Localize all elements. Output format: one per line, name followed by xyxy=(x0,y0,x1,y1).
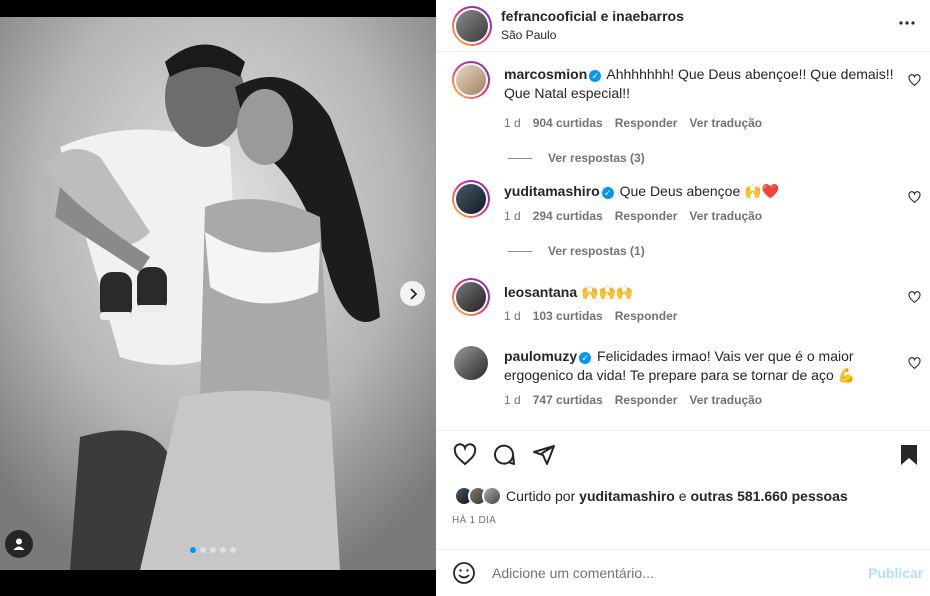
comment-translate-button[interactable]: Ver tradução xyxy=(689,209,762,223)
coauthor-username[interactable]: inaebarros xyxy=(612,8,684,24)
comment-reply-button[interactable]: Responder xyxy=(615,116,678,130)
user-icon xyxy=(13,538,25,550)
comment-username[interactable]: marcosmion xyxy=(504,66,587,82)
comment-avatar xyxy=(456,282,486,312)
comment-username[interactable]: yuditamashiro xyxy=(504,183,600,199)
comment-like-heart-icon[interactable] xyxy=(908,74,921,87)
emoji-smiley-icon[interactable] xyxy=(452,561,476,585)
comment-translate-button[interactable]: Ver tradução xyxy=(689,116,762,130)
comment-bubble-icon[interactable] xyxy=(492,443,516,467)
liked-by-conjunction: e xyxy=(678,488,687,504)
comment-likes[interactable]: 747 curtidas xyxy=(533,393,603,407)
carousel-dot xyxy=(210,547,216,553)
more-options-button[interactable] xyxy=(898,14,916,35)
save-bookmark-icon[interactable] xyxy=(898,443,920,467)
comment-avatar xyxy=(456,184,486,214)
comment-meta: 1 d 747 curtidas Responder Ver tradução xyxy=(504,393,762,407)
comment-age: 1 d xyxy=(504,309,521,323)
add-comment-bar: Publicar xyxy=(436,549,930,596)
comment-meta: 1 d 103 curtidas Responder xyxy=(504,309,677,323)
comment-age: 1 d xyxy=(504,393,521,407)
post-authors: fefrancooficial e inaebarros xyxy=(501,8,684,24)
comment-reply-button[interactable]: Responder xyxy=(615,209,678,223)
view-replies-label: Ver respostas (3) xyxy=(548,151,645,165)
carousel-dot xyxy=(200,547,206,553)
comment-likes[interactable]: 103 curtidas xyxy=(533,309,603,323)
comment-username[interactable]: leosantana xyxy=(504,284,577,300)
liker-avatar xyxy=(482,486,502,506)
comment-reply-button[interactable]: Responder xyxy=(615,309,678,323)
comment-avatar-ring[interactable] xyxy=(452,180,490,218)
comment-meta: 1 d 904 curtidas Responder Ver tradução xyxy=(504,116,762,130)
comment-translate-button[interactable]: Ver tradução xyxy=(689,393,762,407)
author-avatar xyxy=(456,10,488,42)
comments-list: marcosmion ✓ Ahhhhhhh! Que Deus abençoe!!… xyxy=(436,52,930,430)
comment-like-heart-icon[interactable] xyxy=(908,191,921,204)
view-replies-button[interactable]: Ver respostas (3) xyxy=(508,151,645,165)
post-actions-bar xyxy=(436,430,930,480)
view-replies-label: Ver respostas (1) xyxy=(548,244,645,258)
likes-summary: Curtido por yuditamashiro e outras 581.6… xyxy=(454,486,848,506)
comment-item: marcosmion ✓ Ahhhhhhh! Que Deus abençoe!!… xyxy=(436,60,930,165)
verified-badge-icon: ✓ xyxy=(579,352,592,364)
comment-text: 🙌🙌🙌 xyxy=(581,284,634,300)
comment-item: leosantana 🙌🙌🙌 1 d 103 curtidas Responde… xyxy=(436,278,930,338)
comment-avatar-ring[interactable] xyxy=(452,61,490,99)
comment-meta: 1 d 294 curtidas Responder Ver tradução xyxy=(504,209,762,223)
comment-avatar[interactable] xyxy=(454,346,488,380)
liked-by-prefix: Curtido por xyxy=(506,488,576,504)
comment-body: leosantana 🙌🙌🙌 xyxy=(504,283,894,302)
comment-like-heart-icon[interactable] xyxy=(908,357,921,370)
publish-button[interactable]: Publicar xyxy=(868,565,923,581)
carousel-next-button[interactable] xyxy=(400,281,425,306)
comment-body: yuditamashiro ✓ Que Deus abençoe 🙌❤️ xyxy=(504,182,894,201)
comment-reply-button[interactable]: Responder xyxy=(615,393,678,407)
carousel-indicator xyxy=(190,547,236,553)
comment-item: yuditamashiro ✓ Que Deus abençoe 🙌❤️ 1 d … xyxy=(436,180,930,260)
comment-likes[interactable]: 904 curtidas xyxy=(533,116,603,130)
authors-conjunction: e xyxy=(600,8,609,24)
liked-by-others[interactable]: outras 581.660 pessoas xyxy=(690,488,847,504)
comment-avatar xyxy=(456,65,486,95)
post-photo[interactable] xyxy=(0,17,436,570)
verified-badge-icon: ✓ xyxy=(601,187,614,199)
likers-avatars xyxy=(454,486,506,506)
post-details-panel: fefrancooficial e inaebarros São Paulo m… xyxy=(436,0,930,596)
comment-body: marcosmion ✓ Ahhhhhhh! Que Deus abençoe!!… xyxy=(504,65,894,103)
comment-username[interactable]: paulomuzy xyxy=(504,348,577,364)
comment-like-heart-icon[interactable] xyxy=(908,291,921,304)
comment-text: Que Deus abençoe 🙌❤️ xyxy=(619,183,779,199)
carousel-dot xyxy=(230,547,236,553)
post-location[interactable]: São Paulo xyxy=(501,28,556,42)
comment-input[interactable] xyxy=(492,562,852,584)
verified-badge-icon: ✓ xyxy=(589,70,602,82)
comment-age: 1 d xyxy=(504,116,521,130)
post-media xyxy=(0,0,436,596)
author-avatar-ring[interactable] xyxy=(452,6,492,46)
tagged-users-button[interactable] xyxy=(5,530,33,558)
carousel-dot xyxy=(220,547,226,553)
post-header: fefrancooficial e inaebarros São Paulo xyxy=(436,0,930,52)
more-horizontal-icon xyxy=(899,21,915,25)
share-paper-plane-icon[interactable] xyxy=(532,443,556,467)
chevron-right-icon xyxy=(409,287,417,300)
comment-body: paulomuzy ✓ Felicidades irmao! Vais ver q… xyxy=(504,347,894,385)
liked-by-user[interactable]: yuditamashiro xyxy=(579,488,675,504)
like-heart-icon[interactable] xyxy=(452,443,478,467)
comment-age: 1 d xyxy=(504,209,521,223)
couple-photo-illustration xyxy=(0,17,436,570)
comment-likes[interactable]: 294 curtidas xyxy=(533,209,603,223)
author-username[interactable]: fefrancooficial xyxy=(501,8,597,24)
post-timestamp[interactable]: HÁ 1 DIA xyxy=(452,515,496,526)
comment-item: paulomuzy ✓ Felicidades irmao! Vais ver q… xyxy=(436,346,930,426)
view-replies-button[interactable]: Ver respostas (1) xyxy=(508,244,645,258)
comment-avatar-ring[interactable] xyxy=(452,278,490,316)
carousel-dot xyxy=(190,547,196,553)
